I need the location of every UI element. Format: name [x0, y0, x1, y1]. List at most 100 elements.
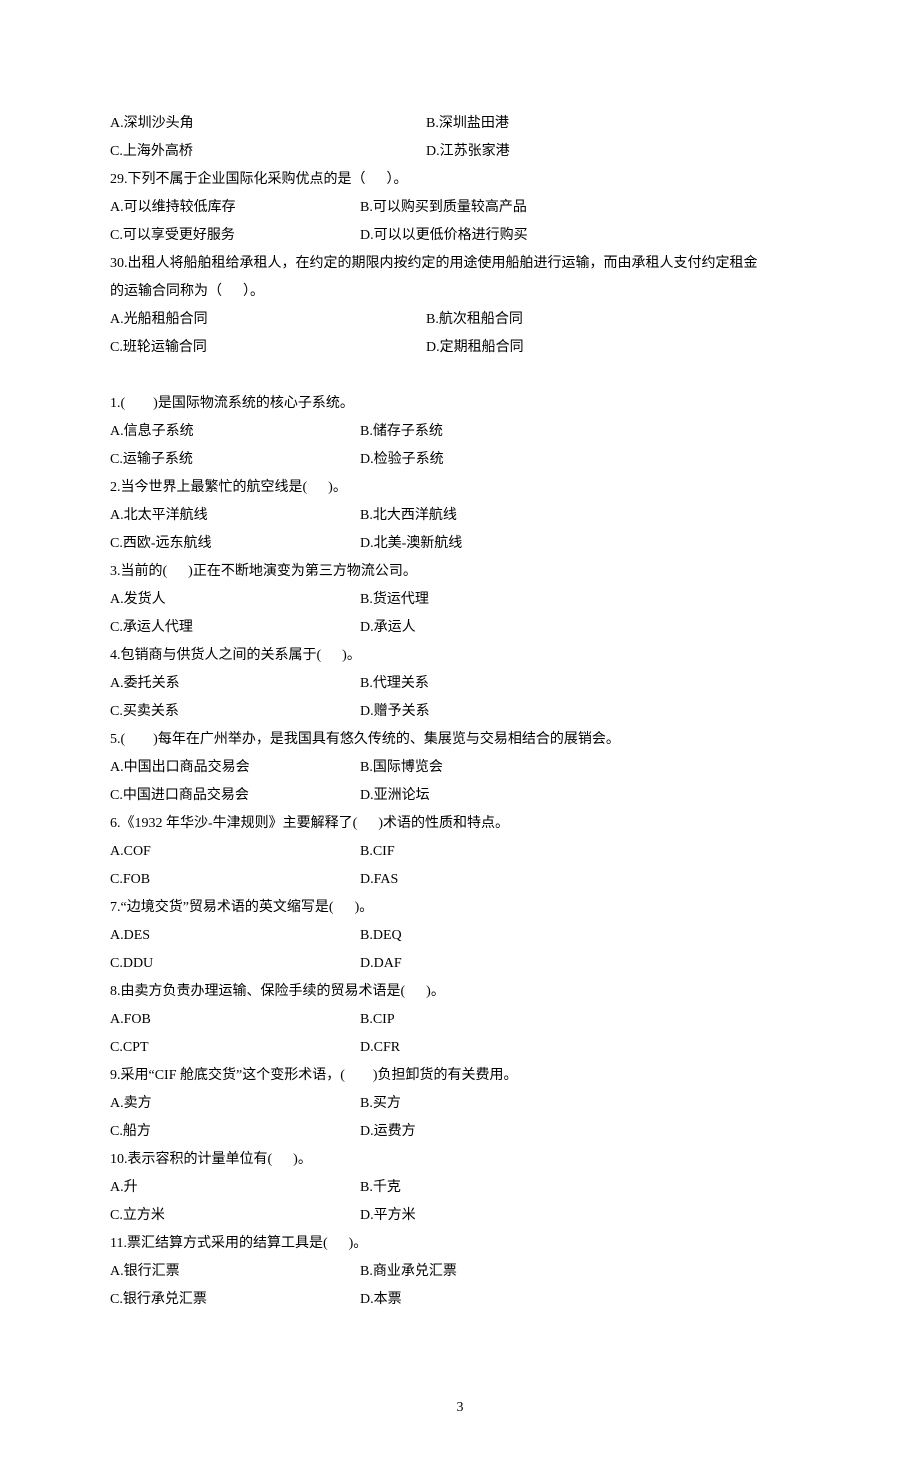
q29-options-row-1: A.可以维持较低库存 B.可以购买到质量较高产品 — [110, 194, 810, 222]
option-c: C.承运人代理 — [110, 614, 360, 642]
question-stem: 7.“边境交货”贸易术语的英文缩写是( )。 — [110, 894, 810, 922]
option-d: D.检验子系统 — [360, 446, 444, 474]
option-row: A.FOBB.CIP — [110, 1006, 810, 1034]
section-gap — [110, 362, 810, 390]
question-stem: 3.当前的( )正在不断地演变为第三方物流公司。 — [110, 558, 810, 586]
q29-option-a: A.可以维持较低库存 — [110, 194, 360, 222]
option-row: C.DDUD.DAF — [110, 950, 810, 978]
option-c: C.DDU — [110, 950, 360, 978]
question-stem: 8.由卖方负责办理运输、保险手续的贸易术语是( )。 — [110, 978, 810, 1006]
question-stem: 10.表示容积的计量单位有( )。 — [110, 1146, 810, 1174]
option-row: C.承运人代理D.承运人 — [110, 614, 810, 642]
option-d: D.CFR — [360, 1034, 400, 1062]
question-stem: 5.( )每年在广州举办，是我国具有悠久传统的、集展览与交易相结合的展销会。 — [110, 726, 810, 754]
q28-option-b: B.深圳盐田港 — [426, 110, 509, 138]
question-stem: 6.《1932 年华沙-牛津规则》主要解释了( )术语的性质和特点。 — [110, 810, 810, 838]
question-stem: 4.包销商与供货人之间的关系属于( )。 — [110, 642, 810, 670]
option-row: A.卖方B.买方 — [110, 1090, 810, 1118]
option-a: A.银行汇票 — [110, 1258, 360, 1286]
q30-stem-line-2: 的运输合同称为（ ）。 — [110, 278, 810, 306]
option-row: A.银行汇票B.商业承兑汇票 — [110, 1258, 810, 1286]
question-stem: 9.采用“CIF 舱底交货”这个变形术语，( )负担卸货的有关费用。 — [110, 1062, 810, 1090]
option-d: D.平方米 — [360, 1202, 416, 1230]
option-d: D.北美-澳新航线 — [360, 530, 462, 558]
option-row: A.COFB.CIF — [110, 838, 810, 866]
option-row: C.运输子系统D.检验子系统 — [110, 446, 810, 474]
option-b: B.买方 — [360, 1090, 401, 1118]
question-stem: 11.票汇结算方式采用的结算工具是( )。 — [110, 1230, 810, 1258]
option-c: C.中国进口商品交易会 — [110, 782, 360, 810]
option-row: C.银行承兑汇票D.本票 — [110, 1286, 810, 1314]
option-a: A.卖方 — [110, 1090, 360, 1118]
option-b: B.国际博览会 — [360, 754, 443, 782]
q29-option-b: B.可以购买到质量较高产品 — [360, 194, 527, 222]
option-d: D.承运人 — [360, 614, 416, 642]
option-b: B.CIF — [360, 838, 395, 866]
option-row: C.FOBD.FAS — [110, 866, 810, 894]
option-b: B.千克 — [360, 1174, 401, 1202]
page-number: 3 — [110, 1394, 810, 1422]
option-b: B.商业承兑汇票 — [360, 1258, 457, 1286]
question-list: 1.( )是国际物流系统的核心子系统。A.信息子系统B.储存子系统C.运输子系统… — [110, 390, 810, 1314]
option-c: C.船方 — [110, 1118, 360, 1146]
q30-stem-line-1: 30.出租人将船舶租给承租人，在约定的期限内按约定的用途使用船舶进行运输，而由承… — [110, 250, 810, 278]
q28-options-row-1: A.深圳沙头角 B.深圳盐田港 — [110, 110, 810, 138]
q28-option-c: C.上海外高桥 — [110, 138, 426, 166]
option-d: D.赠予关系 — [360, 698, 430, 726]
q30-options-row-2: C.班轮运输合同 D.定期租船合同 — [110, 334, 810, 362]
option-row: C.买卖关系D.赠予关系 — [110, 698, 810, 726]
q29-options-row-2: C.可以享受更好服务 D.可以以更低价格进行购买 — [110, 222, 810, 250]
option-a: A.信息子系统 — [110, 418, 360, 446]
question-stem: 2.当今世界上最繁忙的航空线是( )。 — [110, 474, 810, 502]
q29-stem: 29.下列不属于企业国际化采购优点的是（ ）。 — [110, 166, 810, 194]
q29-option-c: C.可以享受更好服务 — [110, 222, 360, 250]
q28-options-row-2: C.上海外高桥 D.江苏张家港 — [110, 138, 810, 166]
option-b: B.CIP — [360, 1006, 395, 1034]
option-a: A.北太平洋航线 — [110, 502, 360, 530]
option-d: D.运费方 — [360, 1118, 416, 1146]
option-c: C.立方米 — [110, 1202, 360, 1230]
option-b: B.货运代理 — [360, 586, 429, 614]
option-c: C.运输子系统 — [110, 446, 360, 474]
option-row: C.西欧-远东航线D.北美-澳新航线 — [110, 530, 810, 558]
option-a: A.FOB — [110, 1006, 360, 1034]
option-d: D.本票 — [360, 1286, 402, 1314]
option-d: D.FAS — [360, 866, 398, 894]
q30-options-row-1: A.光船租船合同 B.航次租船合同 — [110, 306, 810, 334]
q28-option-a: A.深圳沙头角 — [110, 110, 426, 138]
option-row: A.发货人B.货运代理 — [110, 586, 810, 614]
option-row: A.委托关系B.代理关系 — [110, 670, 810, 698]
option-row: A.升B.千克 — [110, 1174, 810, 1202]
question-stem: 1.( )是国际物流系统的核心子系统。 — [110, 390, 810, 418]
option-d: D.亚洲论坛 — [360, 782, 430, 810]
option-row: A.中国出口商品交易会B.国际博览会 — [110, 754, 810, 782]
option-b: B.代理关系 — [360, 670, 429, 698]
option-a: A.DES — [110, 922, 360, 950]
option-row: A.北太平洋航线B.北大西洋航线 — [110, 502, 810, 530]
option-row: C.船方D.运费方 — [110, 1118, 810, 1146]
q30-option-b: B.航次租船合同 — [426, 306, 523, 334]
q30-option-a: A.光船租船合同 — [110, 306, 426, 334]
option-c: C.西欧-远东航线 — [110, 530, 360, 558]
option-row: C.中国进口商品交易会D.亚洲论坛 — [110, 782, 810, 810]
q28-option-d: D.江苏张家港 — [426, 138, 510, 166]
q30-option-c: C.班轮运输合同 — [110, 334, 426, 362]
option-c: C.银行承兑汇票 — [110, 1286, 360, 1314]
option-c: C.CPT — [110, 1034, 360, 1062]
q30-option-d: D.定期租船合同 — [426, 334, 524, 362]
option-row: A.DESB.DEQ — [110, 922, 810, 950]
option-a: A.委托关系 — [110, 670, 360, 698]
option-c: C.买卖关系 — [110, 698, 360, 726]
option-a: A.升 — [110, 1174, 360, 1202]
option-row: C.CPTD.CFR — [110, 1034, 810, 1062]
option-b: B.储存子系统 — [360, 418, 443, 446]
option-row: A.信息子系统B.储存子系统 — [110, 418, 810, 446]
option-a: A.中国出口商品交易会 — [110, 754, 360, 782]
option-b: B.DEQ — [360, 922, 402, 950]
option-a: A.COF — [110, 838, 360, 866]
option-b: B.北大西洋航线 — [360, 502, 457, 530]
option-d: D.DAF — [360, 950, 402, 978]
q29-option-d: D.可以以更低价格进行购买 — [360, 222, 528, 250]
option-a: A.发货人 — [110, 586, 360, 614]
option-row: C.立方米D.平方米 — [110, 1202, 810, 1230]
